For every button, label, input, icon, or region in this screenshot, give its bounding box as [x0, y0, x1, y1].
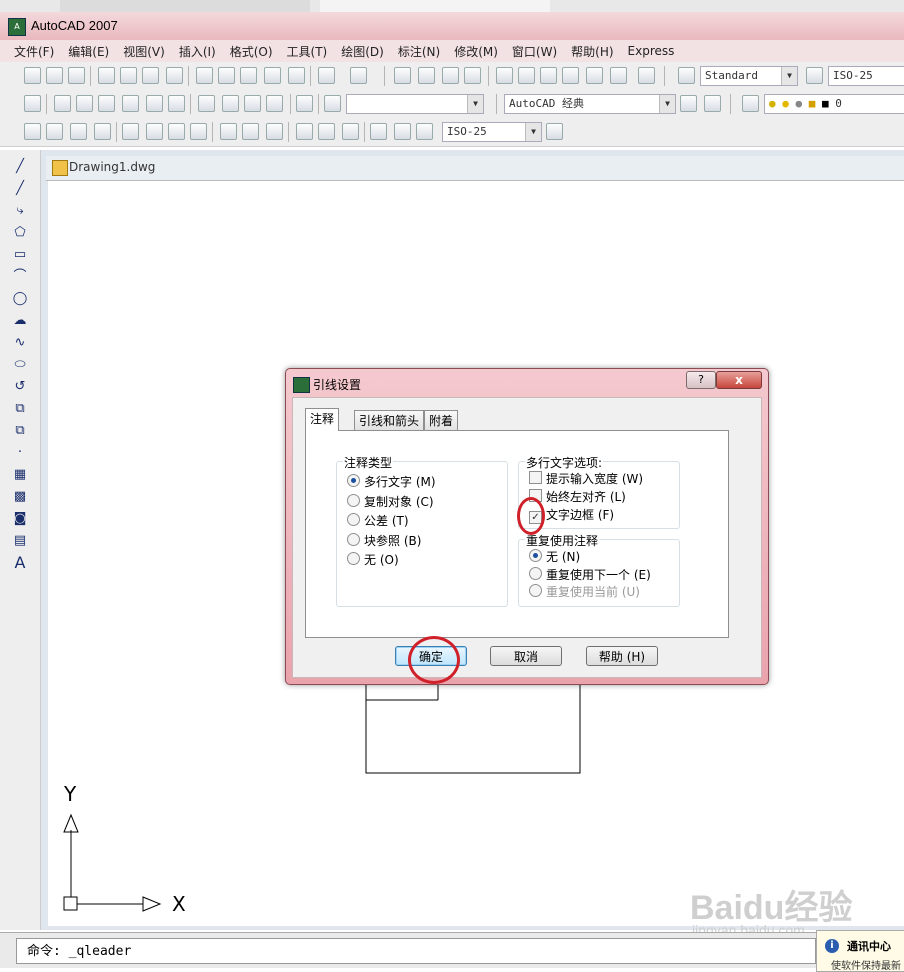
radio-label: 无 (N) [546, 550, 581, 564]
radio-label: 重复使用当前 (U) [546, 585, 640, 599]
radio-indicator[interactable] [347, 552, 360, 565]
radio-label: 重复使用下一个 (E) [546, 568, 651, 582]
dialog-help-button[interactable]: ? [686, 371, 716, 389]
radio-indicator[interactable] [347, 513, 360, 526]
info-icon: i [825, 939, 839, 953]
radio-label: 公差 (T) [364, 514, 409, 528]
reuse-annotation-legend: 重复使用注释 [525, 532, 600, 549]
radio-indicator[interactable] [347, 533, 360, 546]
dialog-title: 引线设置 [313, 378, 362, 392]
radio-none[interactable]: 无 (O) [347, 552, 399, 568]
comm-center-text: 使软件保持最新 [831, 961, 901, 972]
radio-label: 多行文字 (M) [364, 475, 436, 489]
checkbox-label: 提示输入宽度 (W) [546, 472, 644, 486]
annotation-type-group: 注释类型 多行文字 (M) 复制对象 (C) 公差 (T) 块参照 (B) 无 … [336, 454, 508, 607]
annotation-type-legend: 注释类型 [343, 454, 394, 471]
radio-indicator[interactable] [347, 474, 360, 487]
tab-leader-arrow[interactable]: 引线和箭头 [354, 410, 425, 430]
highlight-circle [408, 636, 460, 684]
comm-center-title: 通讯中心 [847, 940, 891, 953]
checkbox-label: 始终左对齐 (L) [546, 490, 626, 504]
checkbox-label: 文字边框 (F) [546, 508, 615, 522]
radio-reuse-next[interactable]: 重复使用下一个 (E) [529, 567, 651, 583]
radio-indicator[interactable] [529, 567, 542, 580]
radio-block-reference[interactable]: 块参照 (B) [347, 533, 421, 549]
radio-reuse-current: 重复使用当前 (U) [529, 584, 640, 600]
radio-indicator [529, 584, 542, 597]
radio-copy-object[interactable]: 复制对象 (C) [347, 494, 434, 510]
tab-attachment[interactable]: 附着 [424, 410, 459, 430]
ucs-x-label: X [172, 892, 186, 916]
dialog-close-button[interactable]: x [716, 371, 762, 389]
tab-annotation[interactable]: 注释 [305, 408, 340, 431]
communication-center-balloon[interactable]: i 通讯中心 使软件保持最新 [816, 930, 904, 972]
radio-indicator[interactable] [347, 494, 360, 507]
radio-label: 块参照 (B) [364, 534, 422, 548]
checkbox-prompt-width[interactable]: 提示输入宽度 (W) [529, 471, 643, 487]
checkbox-always-left[interactable]: 始终左对齐 (L) [529, 489, 626, 505]
command-line[interactable]: 命令: _qleader [16, 938, 816, 964]
checkbox-indicator[interactable] [529, 471, 542, 484]
help-button[interactable]: 帮助 (H) [586, 646, 658, 666]
tab-panel: 注释类型 多行文字 (M) 复制对象 (C) 公差 (T) 块参照 (B) 无 … [305, 430, 729, 638]
radio-label: 无 (O) [364, 553, 399, 567]
radio-mtext[interactable]: 多行文字 (M) [347, 474, 436, 490]
text-frame-rectangle [365, 682, 581, 774]
cancel-button[interactable]: 取消 [490, 646, 562, 666]
radio-tolerance[interactable]: 公差 (T) [347, 513, 409, 529]
mtext-options-legend: 多行文字选项: [525, 454, 604, 471]
highlight-circle [517, 497, 545, 535]
radio-label: 复制对象 (C) [364, 495, 434, 509]
radio-indicator[interactable] [529, 549, 542, 562]
dialog-body: 注释 引线和箭头 附着 注释类型 多行文字 (M) 复制对象 (C) 公差 (T… [292, 397, 762, 678]
ucs-icon [63, 813, 162, 912]
ucs-y-label: Y [64, 782, 77, 806]
dialog-app-icon [293, 377, 310, 393]
reuse-annotation-group: 重复使用注释 无 (N) 重复使用下一个 (E) 重复使用当前 (U) [518, 532, 680, 607]
radio-reuse-none[interactable]: 无 (N) [529, 549, 580, 565]
